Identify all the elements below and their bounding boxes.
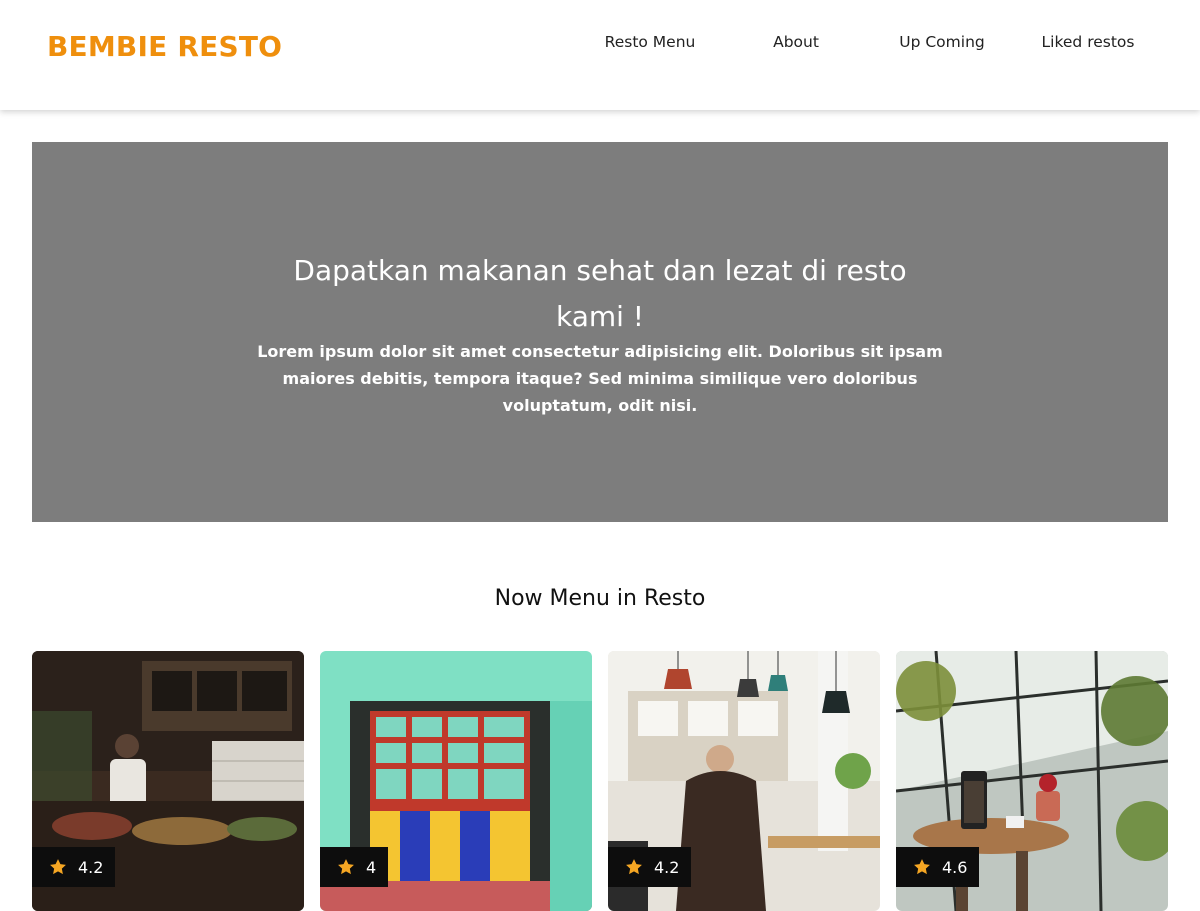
nav-link-resto-menu[interactable]: Resto Menu	[605, 33, 696, 51]
star-icon	[624, 857, 644, 877]
navbar: BEMBIE RESTO Resto Menu About Up Coming …	[0, 0, 1200, 110]
nav-link-liked-restos[interactable]: Liked restos	[1042, 33, 1135, 51]
hero-title: Dapatkan makanan sehat dan lezat di rest…	[293, 254, 907, 333]
star-icon	[912, 857, 932, 877]
section-title: Now Menu in Resto	[494, 586, 706, 611]
nav-link-about[interactable]: About	[773, 33, 819, 51]
rating-badge: 4.6	[896, 847, 980, 887]
nav-link-up-coming[interactable]: Up Coming	[899, 33, 985, 51]
main-nav: Resto Menu About Up Coming Liked restos	[0, 33, 1200, 57]
rating-badge: 4	[320, 847, 389, 887]
rating-value: 4.6	[942, 857, 968, 877]
star-icon	[48, 857, 68, 877]
restaurant-card[interactable]: 4.2	[32, 651, 304, 911]
restaurant-card[interactable]: 4.2	[608, 651, 880, 911]
star-icon	[336, 857, 356, 877]
restaurant-card[interactable]: 4	[320, 651, 592, 911]
rating-value: 4.2	[654, 857, 680, 877]
rating-value: 4.2	[78, 857, 104, 877]
rating-badge: 4.2	[608, 847, 692, 887]
rating-badge: 4.2	[32, 847, 116, 887]
hero-banner: Dapatkan makanan sehat dan lezat di rest…	[32, 142, 1168, 522]
restaurant-card[interactable]: 4.6	[896, 651, 1168, 911]
rating-value: 4	[366, 857, 377, 877]
hero-description: Lorem ipsum dolor sit amet consectetur a…	[257, 342, 943, 415]
